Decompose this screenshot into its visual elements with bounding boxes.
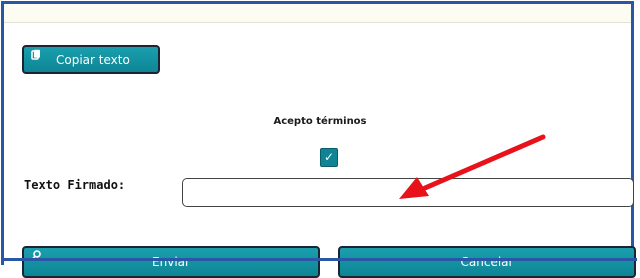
signed-text-label: Texto Firmado:	[24, 178, 126, 192]
copy-icon	[31, 49, 40, 60]
form-frame	[1, 1, 634, 265]
copy-text-label: Copiar texto	[56, 53, 130, 67]
cancel-button[interactable]: Cancelar	[338, 246, 636, 278]
header-band	[4, 4, 631, 23]
frame-bottom-border	[1, 258, 637, 261]
signed-text-input[interactable]	[182, 178, 634, 207]
accept-terms-checkbox[interactable]: ✓	[320, 148, 338, 167]
checkmark-icon: ✓	[323, 150, 335, 164]
copy-text-button[interactable]: Copiar texto	[22, 45, 160, 74]
send-button[interactable]: Enviar	[22, 246, 320, 278]
accept-terms-label: Acepto términos	[273, 116, 367, 127]
